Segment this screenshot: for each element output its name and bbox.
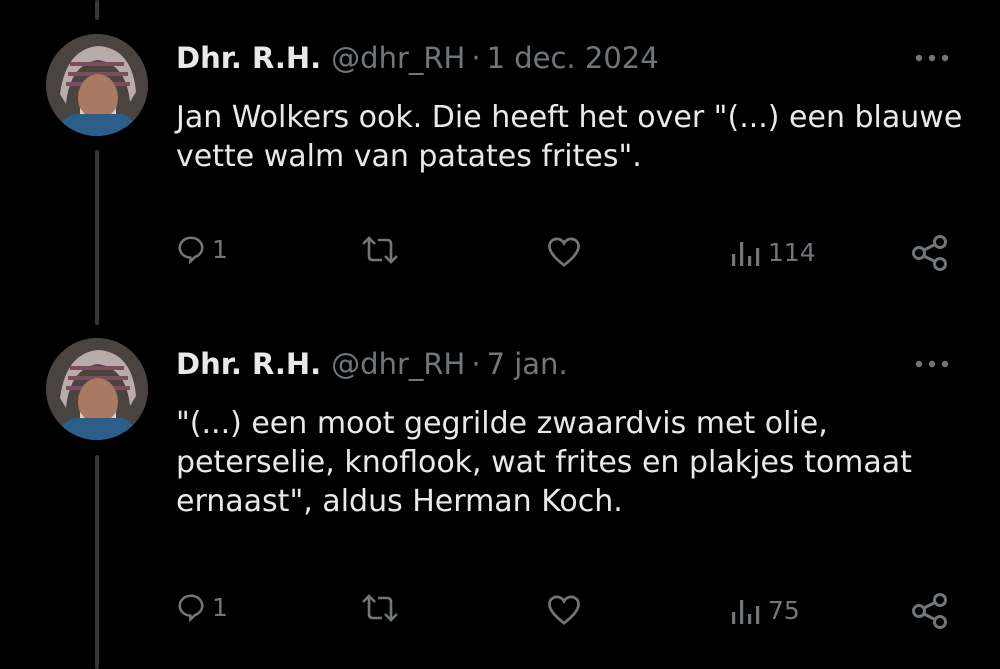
like-button[interactable] xyxy=(546,236,582,268)
reply-count: 1 xyxy=(212,234,228,264)
user-handle[interactable]: @dhr_RH xyxy=(331,41,465,75)
reply-count: 1 xyxy=(212,592,228,622)
reply-icon xyxy=(176,234,206,264)
timestamp[interactable]: 1 dec. 2024 xyxy=(487,41,659,75)
more-horizontal-icon[interactable] xyxy=(912,44,952,72)
view-count: 114 xyxy=(768,237,816,267)
thread-line-top xyxy=(95,0,99,20)
reply-icon xyxy=(176,592,206,622)
separator-dot: · xyxy=(471,41,481,75)
display-name[interactable]: Dhr. R.H. xyxy=(176,41,321,75)
reply-button[interactable]: 1 xyxy=(176,592,228,622)
retweet-button[interactable] xyxy=(360,594,400,622)
views-button[interactable]: 75 xyxy=(730,594,800,626)
avatar[interactable] xyxy=(46,338,148,440)
heart-icon xyxy=(546,594,582,626)
tweet-text: "(...) een moot gegrilde zwaardvis met o… xyxy=(176,406,912,519)
retweet-icon xyxy=(360,236,400,264)
display-name[interactable]: Dhr. R.H. xyxy=(176,347,321,381)
timestamp[interactable]: 7 jan. xyxy=(487,347,568,381)
share-button[interactable] xyxy=(910,592,950,630)
retweet-icon xyxy=(360,594,400,622)
tweet-header: Dhr. R.H. @dhr_RH · 7 jan. xyxy=(176,344,568,384)
avatar[interactable] xyxy=(46,34,148,136)
user-handle[interactable]: @dhr_RH xyxy=(331,347,465,381)
retweet-button[interactable] xyxy=(360,236,400,264)
more-horizontal-icon[interactable] xyxy=(912,350,952,378)
analytics-icon xyxy=(730,594,762,626)
heart-icon xyxy=(546,236,582,268)
separator-dot: · xyxy=(471,347,481,381)
share-button[interactable] xyxy=(910,234,950,272)
analytics-icon xyxy=(730,236,762,268)
views-button[interactable]: 114 xyxy=(730,236,816,268)
tweet-text: Jan Wolkers ook. Die heeft het over "(..… xyxy=(176,100,963,174)
share-icon xyxy=(910,592,950,630)
like-button[interactable] xyxy=(546,594,582,626)
tweet-header: Dhr. R.H. @dhr_RH · 1 dec. 2024 xyxy=(176,38,659,78)
reply-button[interactable]: 1 xyxy=(176,234,228,264)
view-count: 75 xyxy=(768,595,800,625)
tweet[interactable]: Dhr. R.H. @dhr_RH · 7 jan. "(...) een moot … xyxy=(0,338,1000,644)
share-icon xyxy=(910,234,950,272)
tweet[interactable]: Dhr. R.H. @dhr_RH · 1 dec. 2024 Jan Wolkers… xyxy=(0,34,1000,288)
